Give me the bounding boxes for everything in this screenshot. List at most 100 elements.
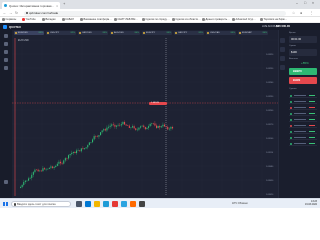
candle-body: [29, 177, 31, 179]
trade-panel: Время 00:01:00 Сумма $100 Выплата +85% В…: [278, 30, 320, 198]
bookmark-item[interactable]: Вниманию платформ…: [80, 18, 112, 22]
edge-icon[interactable]: [85, 201, 91, 207]
profile-icon[interactable]: ●: [300, 11, 302, 15]
bookmark-item[interactable]: Деньги проверить…: [202, 18, 230, 22]
telegram-icon[interactable]: [121, 201, 127, 207]
candle-body: [32, 172, 34, 175]
candle-body: [87, 145, 89, 148]
amount-field[interactable]: $100: [289, 49, 317, 56]
price-axis-label: 1.08110: [266, 152, 274, 154]
candle-body: [130, 127, 132, 128]
trade-row[interactable]: [289, 99, 317, 104]
bookmark-item[interactable]: Сделки по спреду…: [142, 18, 170, 22]
candle-body: [146, 127, 148, 130]
reload-icon[interactable]: ↻: [15, 11, 18, 15]
bookmark-item[interactable]: Торговля на бирж…: [260, 18, 287, 22]
candle-body: [50, 166, 52, 168]
trade-row[interactable]: [289, 93, 317, 98]
candle-body: [172, 126, 174, 129]
forward-icon[interactable]: →: [9, 11, 13, 15]
close-window-icon[interactable]: ×: [312, 1, 314, 5]
tab-title: Quotex: Интерактивная торговая…: [9, 3, 55, 8]
drawing-tools-icon[interactable]: [4, 58, 8, 62]
bookmark-item[interactable]: YouTube: [22, 18, 36, 22]
trade-row[interactable]: [289, 129, 317, 134]
task-view-icon[interactable]: [76, 201, 82, 207]
signals-icon[interactable]: [280, 47, 285, 52]
candle-body: [98, 135, 100, 137]
trade-row[interactable]: [289, 105, 317, 110]
candle-body: [36, 169, 38, 171]
time-field[interactable]: 00:01:00: [289, 36, 317, 43]
maximize-icon[interactable]: □: [304, 1, 306, 5]
trades-icon[interactable]: [280, 38, 285, 43]
down-button[interactable]: ВНИЗ: [289, 77, 317, 84]
candlestick-chart[interactable]: [12, 30, 278, 198]
bookmark-item[interactable]: КАБАЛ: [62, 18, 74, 22]
candle-body: [100, 132, 102, 136]
address-bar-row: ← → ↻ qxbroker.com/ru/trade ☆ ● ⋮: [0, 9, 320, 17]
price-axis-label: 1.08320: [266, 54, 274, 56]
bookmark-item[interactable]: СНИТ ЛЕБ ВЫ…: [114, 18, 138, 22]
trade-row[interactable]: [289, 141, 317, 146]
settings-icon[interactable]: [4, 180, 8, 184]
system-clock[interactable]: 13:23 19.03.2022: [305, 200, 317, 207]
weather-widget[interactable]: 18°C Облачно: [232, 202, 248, 205]
chrome-icon[interactable]: [112, 201, 118, 207]
candle-body: [20, 187, 22, 188]
candle-body: [160, 126, 162, 128]
bookmark-item[interactable]: Вкладки: [42, 18, 55, 22]
time-frame-icon[interactable]: [4, 66, 8, 70]
candle-body: [138, 127, 140, 130]
url-field[interactable]: qxbroker.com/ru/trade: [24, 10, 286, 16]
quotex-logo-icon[interactable]: [3, 24, 7, 29]
up-button[interactable]: ВВЕРХ: [289, 68, 317, 75]
search-placeholder: Введите здесь текст для поиска: [17, 203, 56, 207]
candle-body: [111, 124, 113, 126]
file-explorer-icon[interactable]: [94, 201, 100, 207]
leaderboard-icon[interactable]: [280, 56, 285, 61]
browser-tab[interactable]: Quotex: Интерактивная торговая… ×: [2, 2, 60, 9]
menu-toggle-icon[interactable]: [4, 34, 8, 38]
candle-body: [96, 136, 98, 137]
chart-area[interactable]: EUR/USD 85% USD/JPY 82% GBP/USD 85% AUD/USD…: [12, 30, 278, 198]
candle-body: [101, 130, 103, 133]
account-balance[interactable]: $10 000.00: [276, 24, 290, 28]
close-tab-icon[interactable]: ×: [56, 4, 58, 8]
price-axis-label: 1.08290: [266, 68, 274, 70]
windows-taskbar: Введите здесь текст для поиска 18°C Обла…: [0, 198, 320, 208]
lock-icon: [26, 11, 28, 15]
trade-row[interactable]: [289, 111, 317, 116]
candle-body: [133, 126, 135, 129]
bookmark-item[interactable]: Сделки из области…: [172, 18, 201, 22]
bookmark-item[interactable]: Сервисы: [2, 18, 16, 22]
windows-start-icon[interactable]: [3, 201, 8, 207]
candle-body: [52, 166, 54, 168]
store-icon[interactable]: [103, 201, 109, 207]
price-axis-label: 1.08200: [266, 110, 274, 112]
current-price-tag: 1.08245: [149, 101, 167, 105]
new-tab-icon[interactable]: +: [63, 2, 65, 6]
chart-type-icon[interactable]: [4, 42, 8, 46]
trade-row[interactable]: [289, 123, 317, 128]
candle-body: [90, 142, 92, 143]
support-icon[interactable]: [280, 65, 285, 70]
candle-body: [106, 127, 108, 131]
trade-row[interactable]: [289, 117, 317, 122]
candle-body: [40, 170, 42, 172]
bookmark-icon: [232, 18, 235, 21]
menu-icon[interactable]: ⋮: [310, 11, 314, 15]
candle-body: [69, 154, 71, 156]
trade-row[interactable]: [289, 135, 317, 140]
price-axis-label: 1.08080: [266, 166, 274, 168]
taskbar-search-box[interactable]: Введите здесь текст для поиска: [11, 201, 71, 207]
minimize-icon[interactable]: –: [296, 1, 298, 5]
back-icon[interactable]: ←: [3, 11, 7, 15]
app-icon[interactable]: [130, 201, 136, 207]
app-icon[interactable]: [139, 201, 145, 207]
candle-body: [34, 169, 36, 173]
star-icon[interactable]: ☆: [292, 11, 295, 15]
indicators-icon[interactable]: [4, 50, 8, 54]
bookmark-item[interactable]: Advanced Cryp…: [232, 18, 256, 22]
app-header: QUOTEX LIVE ACCOUNT $10 000.00: [0, 23, 320, 30]
